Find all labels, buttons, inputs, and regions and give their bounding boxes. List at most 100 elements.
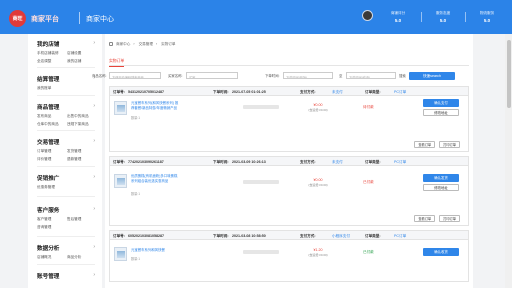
sidebar-group-title[interactable]: 促销推广 › [37, 174, 99, 182]
divider [37, 264, 95, 265]
order-time-label: 下单时间: [213, 159, 229, 164]
sidebar-link[interactable]: 店铺概况 [37, 255, 67, 260]
breadcrumb-item[interactable]: 交易管理 [139, 42, 153, 46]
sidebar-link[interactable]: 我的账单 [37, 86, 67, 91]
order-time: 2021-03-09 10:26:13 [232, 159, 266, 164]
brand-divider [79, 12, 80, 24]
sidebar-link[interactable]: 发布商品 [37, 114, 67, 119]
sidebar-group-title[interactable]: 结算管理 › [37, 75, 99, 83]
page-section-title: 商家中心 [86, 16, 114, 23]
buyer-info-redacted [243, 180, 279, 184]
sidebar-link[interactable]: 订单管理 [37, 149, 67, 154]
sidebar-group-title[interactable]: 客户服务 › [37, 206, 99, 214]
order-time-label: 下单时间: [213, 233, 229, 238]
view-order-button[interactable]: 查看订单 [414, 215, 436, 222]
order-type: PC订单 [394, 159, 407, 164]
order-no-label: 订单号: [113, 89, 125, 94]
sidebar-group-title[interactable]: 账号管理 › [37, 272, 99, 280]
order-type-label: 订单类型: [365, 233, 381, 238]
scrollbar-thumb[interactable] [506, 40, 511, 108]
order-time-start-input[interactable]: 下单时间(开始) [283, 72, 333, 79]
chevron-right-icon: › [93, 272, 95, 278]
order-time-end-input[interactable]: 下单时间(结束) [346, 72, 396, 79]
order-time-label: 下单时间: [213, 89, 229, 94]
modify-address-button[interactable]: 修改地址 [423, 109, 459, 116]
sidebar-group-title[interactable]: 交易管理 › [37, 138, 99, 146]
order-no-label: 订单号: [113, 233, 125, 238]
pay-method: 小程序支付 [332, 233, 350, 238]
sidebar-link[interactable]: 手机店铺装修 [37, 51, 67, 56]
product-name-link[interactable]: 元宝餐车系列(和风快餐系列) 推荐套餐/新品特惠/年度畅销产品 [131, 101, 179, 110]
product-thumbnail[interactable] [114, 174, 127, 188]
order-header: 订单号: 605202103081058287 下单时间: 2021-03-08… [110, 231, 468, 240]
pay-method: 未支付 [332, 89, 343, 94]
sidebar-link[interactable]: 全店调整 [37, 59, 67, 64]
print-order-button[interactable]: 打印订单 [439, 215, 460, 222]
product-name-link[interactable]: 优质蛋糕(有机面粉)多口味蛋糕系列组合装优选实惠商品 [131, 174, 179, 183]
buyer-name-input[interactable]: 买家 [186, 72, 238, 79]
divider [109, 65, 469, 66]
sidebar-group-promo: 促销推广 › 优惠券管理 [37, 174, 99, 190]
home-icon [109, 42, 113, 47]
order-time: 2021-03-08 10:58:50 [232, 233, 266, 238]
stat-label: 商铺评分 [390, 11, 406, 15]
sidebar-group-title[interactable]: 我的店铺 › [37, 40, 99, 48]
sidebar-link[interactable]: 售后管理 [67, 217, 97, 222]
view-order-button[interactable]: 查看订单 [414, 141, 436, 148]
order-type: PC订单 [394, 89, 407, 94]
status-badge: 已付款 [363, 180, 374, 184]
sidebar: 我的店铺 › 手机店铺装修 店铺设置 全店调整 我的店铺 结算管理 › 我的账单 商… [28, 34, 102, 288]
stat-value: 5.0 [483, 18, 491, 23]
sidebar-link[interactable]: 仓库中的商品 [37, 122, 67, 127]
filter-label: 买家名称: [168, 74, 183, 78]
filter-label: 商品名称: [92, 74, 107, 78]
confirm-payment-button[interactable]: 确认支付 [423, 99, 459, 107]
sidebar-link[interactable]: 评价管理 [37, 157, 67, 162]
sidebar-group-data: 数据分析 › 店铺概况 商品分析 [37, 244, 99, 260]
product-name-input[interactable]: 方便用户编码搜索商品 [109, 72, 161, 79]
filter-bar: 商品名称: 方便用户编码搜索商品 买家名称: 买家 下单时间: 下单时间(开始)… [92, 72, 473, 80]
scrollbar[interactable] [505, 34, 512, 288]
sidebar-link[interactable]: 违规下架商品 [67, 122, 97, 127]
chevron-right-icon: › [93, 138, 95, 144]
divider [37, 166, 95, 167]
product-thumbnail[interactable] [114, 247, 127, 261]
confirm-shipment-button[interactable]: 确认发货 [423, 174, 459, 182]
logo[interactable]: 商旺 [9, 10, 26, 27]
stat-label: 服务态度 [435, 11, 451, 15]
avatar[interactable] [362, 10, 373, 21]
order-time: 2021-07-05 01:01:25 [232, 89, 266, 94]
order-type-label: 订单类型: [365, 89, 381, 94]
sidebar-link[interactable]: 发货管理 [67, 149, 97, 154]
divider [37, 67, 95, 68]
sidebar-link[interactable]: 客户管理 [37, 217, 67, 222]
breadcrumb-item[interactable]: 商家中心 [116, 42, 130, 46]
sidebar-link[interactable]: 退款管理 [67, 157, 97, 162]
product-thumbnail[interactable] [114, 101, 127, 115]
product-name-link[interactable]: 元宝餐车系列和风快餐 [131, 248, 179, 253]
confirm-receipt-button[interactable]: 确认收货 [423, 248, 459, 256]
breadcrumb-item: 实物订单 [161, 42, 176, 46]
order-no: 605202103081058287 [128, 233, 164, 238]
sidebar-link[interactable]: 优惠券管理 [37, 185, 67, 190]
chevron-right-icon: › [93, 206, 95, 212]
sidebar-link[interactable]: 出售中的商品 [67, 114, 97, 119]
print-order-button[interactable]: 打印订单 [439, 141, 460, 148]
search-button[interactable]: 快速search [409, 72, 455, 80]
sidebar-link[interactable]: 商品分析 [67, 255, 97, 260]
sidebar-link[interactable]: 店铺设置 [67, 51, 97, 56]
order-actions: 查看订单 打印订单 [411, 215, 460, 222]
sidebar-group-title[interactable]: 数据分析 › [37, 244, 99, 252]
order-body: 优质蛋糕(有机面粉)多口味蛋糕系列组合装优选实惠商品 数量:1 ¥0.00 (含运… [110, 166, 468, 210]
pay-method-label: 支付方式: [300, 89, 316, 94]
sidebar-group-title[interactable]: 商品管理 › [37, 103, 99, 111]
sidebar-link[interactable]: 咨询管理 [37, 225, 67, 230]
modify-address-button[interactable]: 修改地址 [423, 184, 459, 191]
order-type: PC订单 [394, 233, 407, 238]
chevron-right-icon: › [93, 40, 95, 46]
order-no-label: 订单号: [113, 159, 125, 164]
quantity: 数量:1 [131, 257, 141, 261]
chevron-right-icon: › [93, 244, 95, 250]
sidebar-group-goods: 商品管理 › 发布商品 出售中的商品 仓库中的商品 违规下架商品 [37, 103, 99, 127]
sidebar-link[interactable]: 我的店铺 [67, 59, 97, 64]
